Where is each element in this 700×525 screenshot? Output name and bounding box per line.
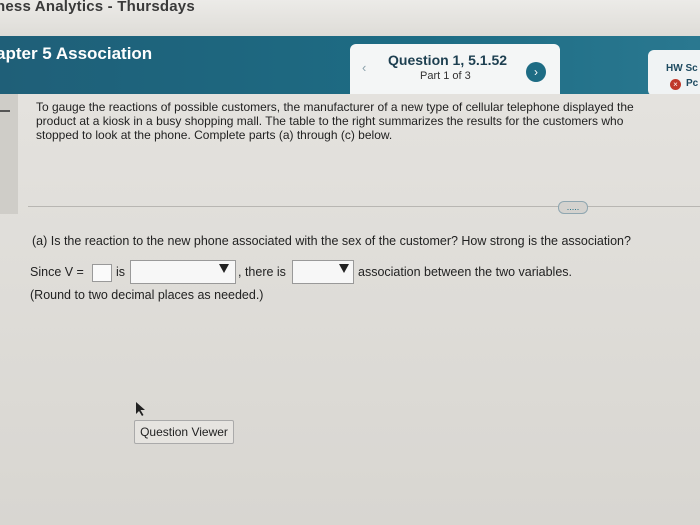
hw-status-text: Pc [686, 78, 699, 89]
problem-intro: To gauge the reactions of possible custo… [36, 100, 634, 142]
chevron-right-icon[interactable]: › [526, 62, 546, 82]
since-label: Since V = [30, 265, 84, 279]
question-viewer-button[interactable]: Question Viewer [134, 420, 234, 444]
hw-score-label: HW Sc [666, 63, 698, 74]
sidebar-strip [0, 94, 18, 214]
section-divider [28, 206, 700, 207]
strength-dropdown[interactable] [130, 260, 236, 284]
association-label: association between the two variables. [358, 265, 573, 279]
chevron-left-icon[interactable]: ‹ [362, 60, 366, 75]
rounding-note: (Round to two decimal places as needed.) [30, 288, 264, 302]
part-a-question: (a) Is the reaction to the new phone ass… [32, 234, 631, 248]
association-dropdown[interactable] [292, 260, 354, 284]
dropdown-arrow-icon [219, 264, 229, 273]
chapter-title: apter 5 Association [0, 44, 153, 63]
collapse-icon[interactable] [0, 110, 10, 112]
window-title: ness Analytics - Thursdays [0, 0, 195, 15]
there-is-label: , there is [238, 265, 286, 279]
answer-row: Since V = is , there is association betw… [30, 260, 630, 284]
question-title: Question 1, 5.1.52 [388, 52, 508, 68]
cursor-icon [136, 402, 145, 416]
x-circle-icon: × [670, 79, 681, 90]
dropdown-arrow-icon [339, 264, 349, 273]
question-part: Part 1 of 3 [420, 70, 471, 82]
v-value-input[interactable] [92, 264, 112, 282]
question-content [0, 94, 700, 525]
more-button[interactable]: ..... [558, 201, 588, 214]
window-titlebar: ness Analytics - Thursdays [0, 0, 700, 36]
is-label: is [116, 265, 126, 279]
